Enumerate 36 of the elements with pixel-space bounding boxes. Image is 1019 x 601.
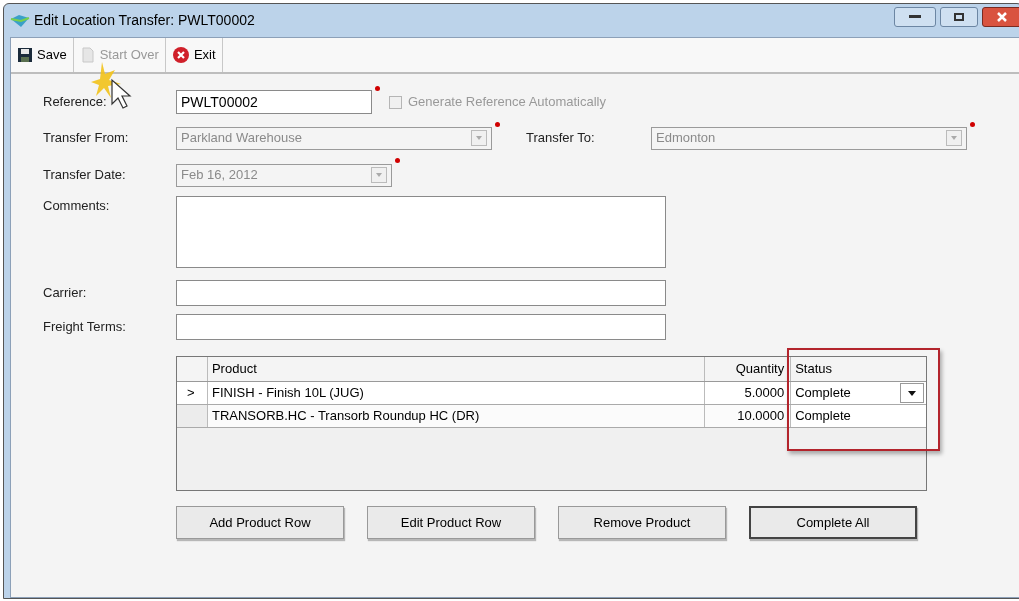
window-title: Edit Location Transfer: PWLT00002 <box>34 11 255 30</box>
status-cell-text: Complete <box>794 407 852 426</box>
close-button[interactable] <box>982 6 1019 27</box>
column-header[interactable]: Product <box>207 357 706 381</box>
grid-row[interactable]: TRANSORB.HC - Transorb Roundup HC (DR) 10.0000 Complete <box>177 405 926 428</box>
comments-field[interactable] <box>176 196 666 268</box>
action-button[interactable]: Add Product Row <box>176 506 344 539</box>
field-label: Transfer Date: <box>43 166 127 185</box>
grid-row[interactable]: > FINISH - Finish 10L (JUG) 5.0000 Complete <box>177 382 926 405</box>
toolbar-button[interactable]: Save <box>11 38 74 72</box>
maximize-button[interactable] <box>940 6 978 27</box>
field-label: Transfer To: <box>526 129 596 148</box>
action-button[interactable]: Edit Product Row <box>367 506 535 539</box>
checkbox-label: Generate Reference Automatically <box>408 93 606 112</box>
freight-terms-field[interactable] <box>176 314 666 340</box>
field-label: Transfer From: <box>43 129 130 148</box>
close-icon <box>996 11 1008 22</box>
reference-field[interactable]: PWLT00002 <box>176 90 372 114</box>
status-cell-text: Complete <box>794 384 852 403</box>
close-circle-icon <box>171 46 190 64</box>
column-header[interactable]: Status <box>791 357 926 381</box>
field-label: Comments: <box>43 197 111 215</box>
field-label: Carrier: <box>43 284 88 303</box>
carrier-field[interactable] <box>176 280 666 306</box>
toolbar-button[interactable]: Exit <box>165 38 223 72</box>
action-button[interactable]: Remove Product <box>558 506 726 539</box>
field-label: Reference: <box>43 93 108 112</box>
action-button[interactable]: Complete All <box>749 506 917 539</box>
minimize-button[interactable] <box>894 6 936 27</box>
app-logo-icon <box>10 12 30 29</box>
column-header[interactable]: Quantity <box>705 357 792 381</box>
field-label: Freight Terms: <box>43 318 127 337</box>
row-marker: > <box>187 384 195 403</box>
table-cell: TRANSORB.HC - Transorb Roundup HC (DR) <box>207 405 706 427</box>
table-cell: FINISH - Finish 10L (JUG) <box>207 382 706 404</box>
blank-page-icon <box>79 47 96 63</box>
